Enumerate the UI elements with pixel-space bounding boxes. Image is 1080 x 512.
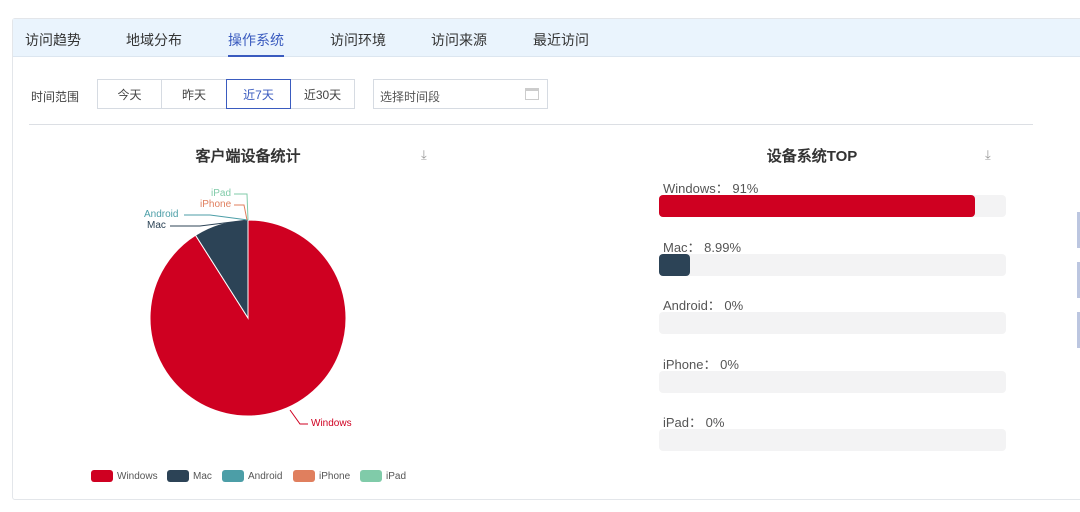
pie-label-windows: Windows [311, 418, 352, 429]
legend-swatch [293, 470, 315, 482]
legend-mac[interactable]: Mac [167, 470, 212, 482]
bar-fill-windows [659, 195, 975, 217]
tab-region[interactable]: 地域分布 [126, 30, 182, 50]
legend-windows[interactable]: Windows [91, 470, 158, 482]
time-range-label: 时间范围 [31, 90, 80, 104]
tab-bar: 访问趋势 地域分布 操作系统 访问环境 访问来源 最近访问 [13, 19, 1080, 57]
pie-label-android: Android [144, 209, 179, 220]
download-icon[interactable]: ⤓ [985, 147, 999, 162]
pie-chart-title: 客户端设备统计 [195, 148, 301, 165]
legend-swatch [360, 470, 382, 482]
legend-swatch [91, 470, 113, 482]
divider [29, 124, 1033, 125]
legend-iphone[interactable]: iPhone [293, 470, 350, 482]
legend-label: Android [248, 470, 283, 482]
today-button[interactable]: 今天 [97, 79, 162, 109]
tab-source[interactable]: 访问来源 [431, 30, 487, 50]
download-icon[interactable]: ⤓ [421, 147, 435, 162]
bar-fill-mac [659, 253, 691, 276]
bar-track-mac [659, 253, 1006, 276]
yesterday-button[interactable]: 昨天 [161, 79, 227, 109]
bar-label-mac: Mac： 8.99% [663, 239, 742, 255]
pie-label-mac: Mac [147, 220, 166, 231]
bar-track-ipad [659, 429, 1006, 452]
bar-label-iphone: iPhone： 0% [663, 356, 739, 372]
top-chart-title: 设备系统TOP [766, 148, 858, 165]
pie-label-iphone: iPhone [200, 199, 232, 210]
legend-android[interactable]: Android [222, 470, 282, 482]
calendar-icon [525, 88, 539, 100]
tab-environment[interactable]: 访问环境 [330, 30, 386, 50]
legend-label: Mac [193, 470, 212, 482]
legend-label: Windows [117, 470, 158, 482]
tab-recent[interactable]: 最近访问 [533, 30, 589, 50]
last-7-days-button[interactable]: 近7天 [226, 79, 291, 109]
date-range-placeholder: 选择时间段 [380, 90, 441, 104]
legend-ipad[interactable]: iPad [360, 470, 406, 482]
bar-track-android [659, 312, 1006, 335]
tab-os[interactable]: 操作系统 [228, 30, 284, 57]
legend-swatch [167, 470, 189, 482]
legend-swatch [222, 470, 244, 482]
pie-label-ipad: iPad [211, 188, 232, 199]
last-30-days-button[interactable]: 近30天 [290, 79, 355, 109]
legend-label: iPad [386, 470, 407, 482]
legend-label: iPhone [319, 470, 351, 482]
bar-track-windows [659, 195, 1006, 217]
bar-track-iphone [659, 370, 1006, 393]
tab-visit-trend[interactable]: 访问趋势 [25, 30, 81, 50]
date-range-input[interactable]: 选择时间段 [373, 79, 548, 109]
